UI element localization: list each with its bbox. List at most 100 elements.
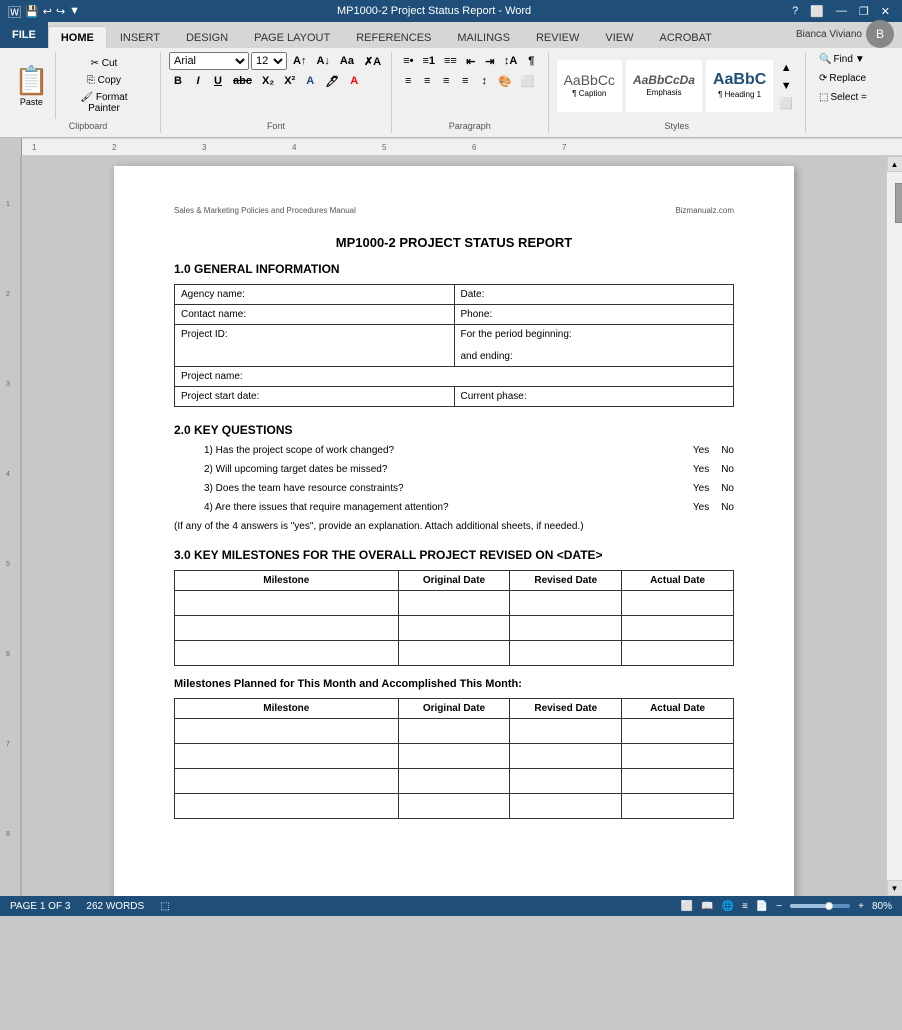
grow-font-button[interactable]: A↑ [289,52,310,70]
find-button[interactable]: 🔍 Find ▼ [814,52,894,67]
table-row[interactable] [175,719,734,744]
text-effect-button[interactable]: A [301,72,319,90]
start-date-cell[interactable]: Project start date: [175,387,455,407]
document-area[interactable]: Sales & Marketing Policies and Procedure… [22,156,886,896]
tab-home[interactable]: HOME [48,26,107,48]
tab-view[interactable]: VIEW [592,26,646,48]
scroll-up-button[interactable]: ▲ [887,156,902,172]
clear-format-button[interactable]: ✗A [360,52,385,70]
project-name-cell[interactable]: Project name: [175,367,734,387]
zoom-slider[interactable] [790,904,850,908]
copy-button[interactable]: ⎘ Copy [60,73,148,88]
styles-more-button[interactable]: ⬜ [775,95,797,113]
styles-up-button[interactable]: ▲ [775,59,797,77]
help-button[interactable]: ? [788,5,802,18]
tab-review[interactable]: REVIEW [523,26,592,48]
tab-insert[interactable]: INSERT [107,26,173,48]
align-center-button[interactable]: ≡ [418,72,436,90]
subscript-button[interactable]: X₂ [258,72,278,90]
table-row[interactable] [175,769,734,794]
minimize-button[interactable]: — [832,5,851,18]
align-left-button[interactable]: ≡ [399,72,417,90]
style-emphasis[interactable]: AaBbCcDa Emphasis [626,60,702,112]
tab-acrobat[interactable]: ACROBAT [646,26,724,48]
italic-button[interactable]: I [189,72,207,90]
zoom-out-button[interactable]: − [776,901,782,912]
phone-cell[interactable]: Phone: [454,305,734,325]
format-painter-button[interactable]: 🖌 Format Painter [60,90,148,116]
font-size-select[interactable]: 12 [251,52,287,70]
quick-access-more[interactable]: ▼ [69,5,80,17]
table-row[interactable] [175,641,734,666]
table-row[interactable] [175,591,734,616]
date-cell[interactable]: Date: [454,285,734,305]
tab-page-layout[interactable]: PAGE LAYOUT [241,26,343,48]
line-spacing-button[interactable]: ↕ [475,72,493,90]
question-1-yes[interactable]: Yes [693,445,709,456]
question-4-no[interactable]: No [721,502,734,513]
tab-mailings[interactable]: MAILINGS [444,26,523,48]
tab-file[interactable]: FILE [0,22,48,48]
question-4-yes[interactable]: Yes [693,502,709,513]
shrink-font-button[interactable]: A↓ [312,52,333,70]
table-row[interactable] [175,794,734,819]
change-case-button[interactable]: Aa [336,52,358,70]
agency-name-cell[interactable]: Agency name: [175,285,455,305]
project-id-cell[interactable]: Project ID: [175,325,455,367]
style-caption[interactable]: AaBbCc ¶ Caption [557,60,622,112]
font-color-button[interactable]: A [345,72,363,90]
quick-access-undo[interactable]: ↩ [43,5,52,18]
question-3-yes[interactable]: Yes [693,483,709,494]
multilevel-button[interactable]: ≡≡ [440,52,461,70]
increase-indent-button[interactable]: ⇥ [481,52,499,70]
bullets-button[interactable]: ≡• [399,52,417,70]
align-right-button[interactable]: ≡ [437,72,455,90]
question-1-no[interactable]: No [721,445,734,456]
tab-design[interactable]: DESIGN [173,26,241,48]
view-normal-icon[interactable]: ⬜ [681,901,693,912]
quick-access-save[interactable]: 💾 [25,5,39,18]
show-marks-button[interactable]: ¶ [522,52,540,70]
right-scrollbar[interactable]: ▲ ▼ [886,156,902,896]
maximize-button[interactable]: ❐ [855,5,873,18]
question-3-no[interactable]: No [721,483,734,494]
paste-button[interactable]: 📋 Paste [8,52,56,119]
close-button[interactable]: ✕ [877,5,894,18]
select-button[interactable]: ⬚ Select = [814,90,894,105]
tab-references[interactable]: REFERENCES [343,26,444,48]
view-web-icon[interactable]: 🌐 [722,901,734,912]
contact-name-cell[interactable]: Contact name: [175,305,455,325]
replace-button[interactable]: ⟳ Replace [814,71,894,86]
view-draft-icon[interactable]: 📄 [756,901,768,912]
strikethrough-button[interactable]: abc [229,72,256,90]
question-2-yes[interactable]: Yes [693,464,709,475]
cut-button[interactable]: ✂ Cut [60,56,148,71]
styles-down-button[interactable]: ▼ [775,77,797,95]
current-phase-cell[interactable]: Current phase: [454,387,734,407]
quick-access-redo[interactable]: ↪ [56,5,65,18]
bold-button[interactable]: B [169,72,187,90]
question-2-no[interactable]: No [721,464,734,475]
underline-button[interactable]: U [209,72,227,90]
layout-icon[interactable]: ⬚ [160,901,169,912]
shading-button[interactable]: 🎨 [494,72,516,90]
zoom-in-button[interactable]: + [858,901,864,912]
font-name-select[interactable]: Arial [169,52,249,70]
style-heading1[interactable]: AaBbC ¶ Heading 1 [706,60,773,112]
scroll-down-button[interactable]: ▼ [887,880,902,896]
sort-button[interactable]: ↕A [500,52,521,70]
view-reading-icon[interactable]: 📖 [701,901,713,912]
table-row[interactable] [175,616,734,641]
justify-button[interactable]: ≡ [456,72,474,90]
superscript-button[interactable]: X² [280,72,299,90]
table-row[interactable] [175,744,734,769]
decrease-indent-button[interactable]: ⇤ [462,52,480,70]
numbering-button[interactable]: ≡1 [418,52,439,70]
user-avatar[interactable]: B [866,20,894,48]
period-cell[interactable]: For the period beginning:and ending: [454,325,734,367]
highlight-button[interactable]: 🖊 [321,72,343,90]
view-outline-icon[interactable]: ≡ [742,901,748,912]
ribbon-toggle-button[interactable]: ⬜ [806,5,828,18]
scrollbar-thumb[interactable] [895,183,902,223]
borders-button[interactable]: ⬜ [517,72,539,90]
